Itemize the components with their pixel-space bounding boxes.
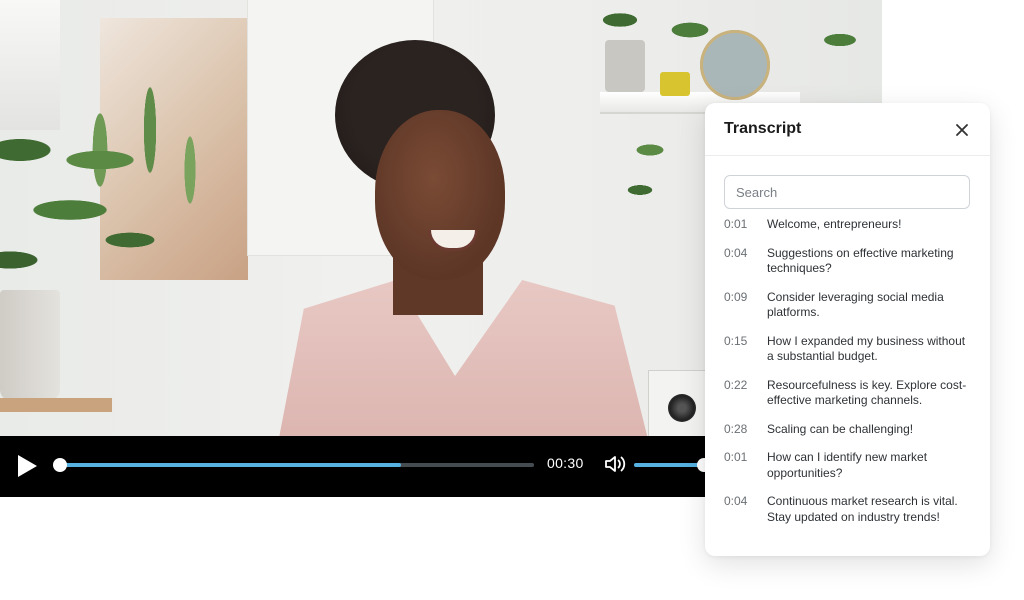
transcript-line[interactable]: 0:15 How I expanded my business without a… xyxy=(724,334,974,365)
transcript-line[interactable]: 0:01 How can I identify new market opport… xyxy=(724,450,974,481)
transcript-text: Consider leveraging social media platfor… xyxy=(767,289,944,320)
volume-icon[interactable] xyxy=(603,452,627,476)
volume-level xyxy=(634,463,704,467)
close-icon[interactable] xyxy=(951,119,973,141)
transcript-timestamp[interactable]: 0:01 xyxy=(724,450,767,481)
transcript-timestamp[interactable]: 0:04 xyxy=(724,494,767,525)
play-icon[interactable] xyxy=(18,455,37,477)
time-display: 00:30 xyxy=(547,455,584,471)
seek-progress xyxy=(60,463,402,467)
transcript-timestamp[interactable]: 0:04 xyxy=(724,246,767,277)
transcript-line[interactable]: 0:04 Suggestions on effective marketing t… xyxy=(724,246,974,277)
transcript-line[interactable]: 0:01 Welcome, entrepreneurs! xyxy=(724,217,974,233)
transcript-list: 0:01 Welcome, entrepreneurs! 0:04 Suggestio… xyxy=(724,217,974,538)
seek-bar[interactable] xyxy=(53,458,534,472)
speaker-person xyxy=(245,40,665,436)
transcript-header: Transcript xyxy=(705,103,990,156)
volume-slider[interactable] xyxy=(634,458,711,472)
transcript-line[interactable]: 0:28 Scaling can be challenging! xyxy=(724,422,974,438)
transcript-title: Transcript xyxy=(724,120,802,137)
transcript-text: Suggestions on effective marketing techn… xyxy=(767,245,954,276)
left-shelf xyxy=(0,398,112,412)
person-face xyxy=(375,110,505,280)
transcript-text: Scaling can be challenging! xyxy=(767,421,914,436)
transcript-text: Resourcefulness is key. Explore cost-eff… xyxy=(767,377,967,408)
transcript-text: How can I identify new market opportunit… xyxy=(767,450,928,480)
player-controls: 00:30 xyxy=(0,436,711,497)
transcript-timestamp[interactable]: 0:22 xyxy=(724,378,767,409)
transcript-timestamp[interactable]: 0:28 xyxy=(724,422,767,438)
speaker-cone xyxy=(668,394,696,422)
transcript-timestamp[interactable]: 0:01 xyxy=(724,217,767,233)
seek-handle[interactable] xyxy=(53,458,67,472)
transcript-search-input[interactable] xyxy=(724,175,970,209)
transcript-timestamp[interactable]: 0:15 xyxy=(724,334,767,365)
transcript-timestamp[interactable]: 0:09 xyxy=(724,290,767,321)
transcript-line[interactable]: 0:04 Continuous market research is vital.… xyxy=(724,494,974,525)
transcript-text: Continuous market research is vital. Sta… xyxy=(767,494,958,524)
transcript-panel: Transcript 0:01Welcome, entrepreneurs!0:… xyxy=(705,103,990,556)
wall-clock xyxy=(700,30,770,100)
transcript-line[interactable]: 0:09 Consider leveraging social media pla… xyxy=(724,290,974,321)
transcript-text: Welcome, entrepreneurs! xyxy=(767,217,902,231)
transcript-line[interactable]: 0:22 Resourcefulness is key. Explore cost… xyxy=(724,378,974,409)
left-pot xyxy=(0,290,60,400)
transcript-text: How I expanded my business without a sub… xyxy=(767,333,966,364)
